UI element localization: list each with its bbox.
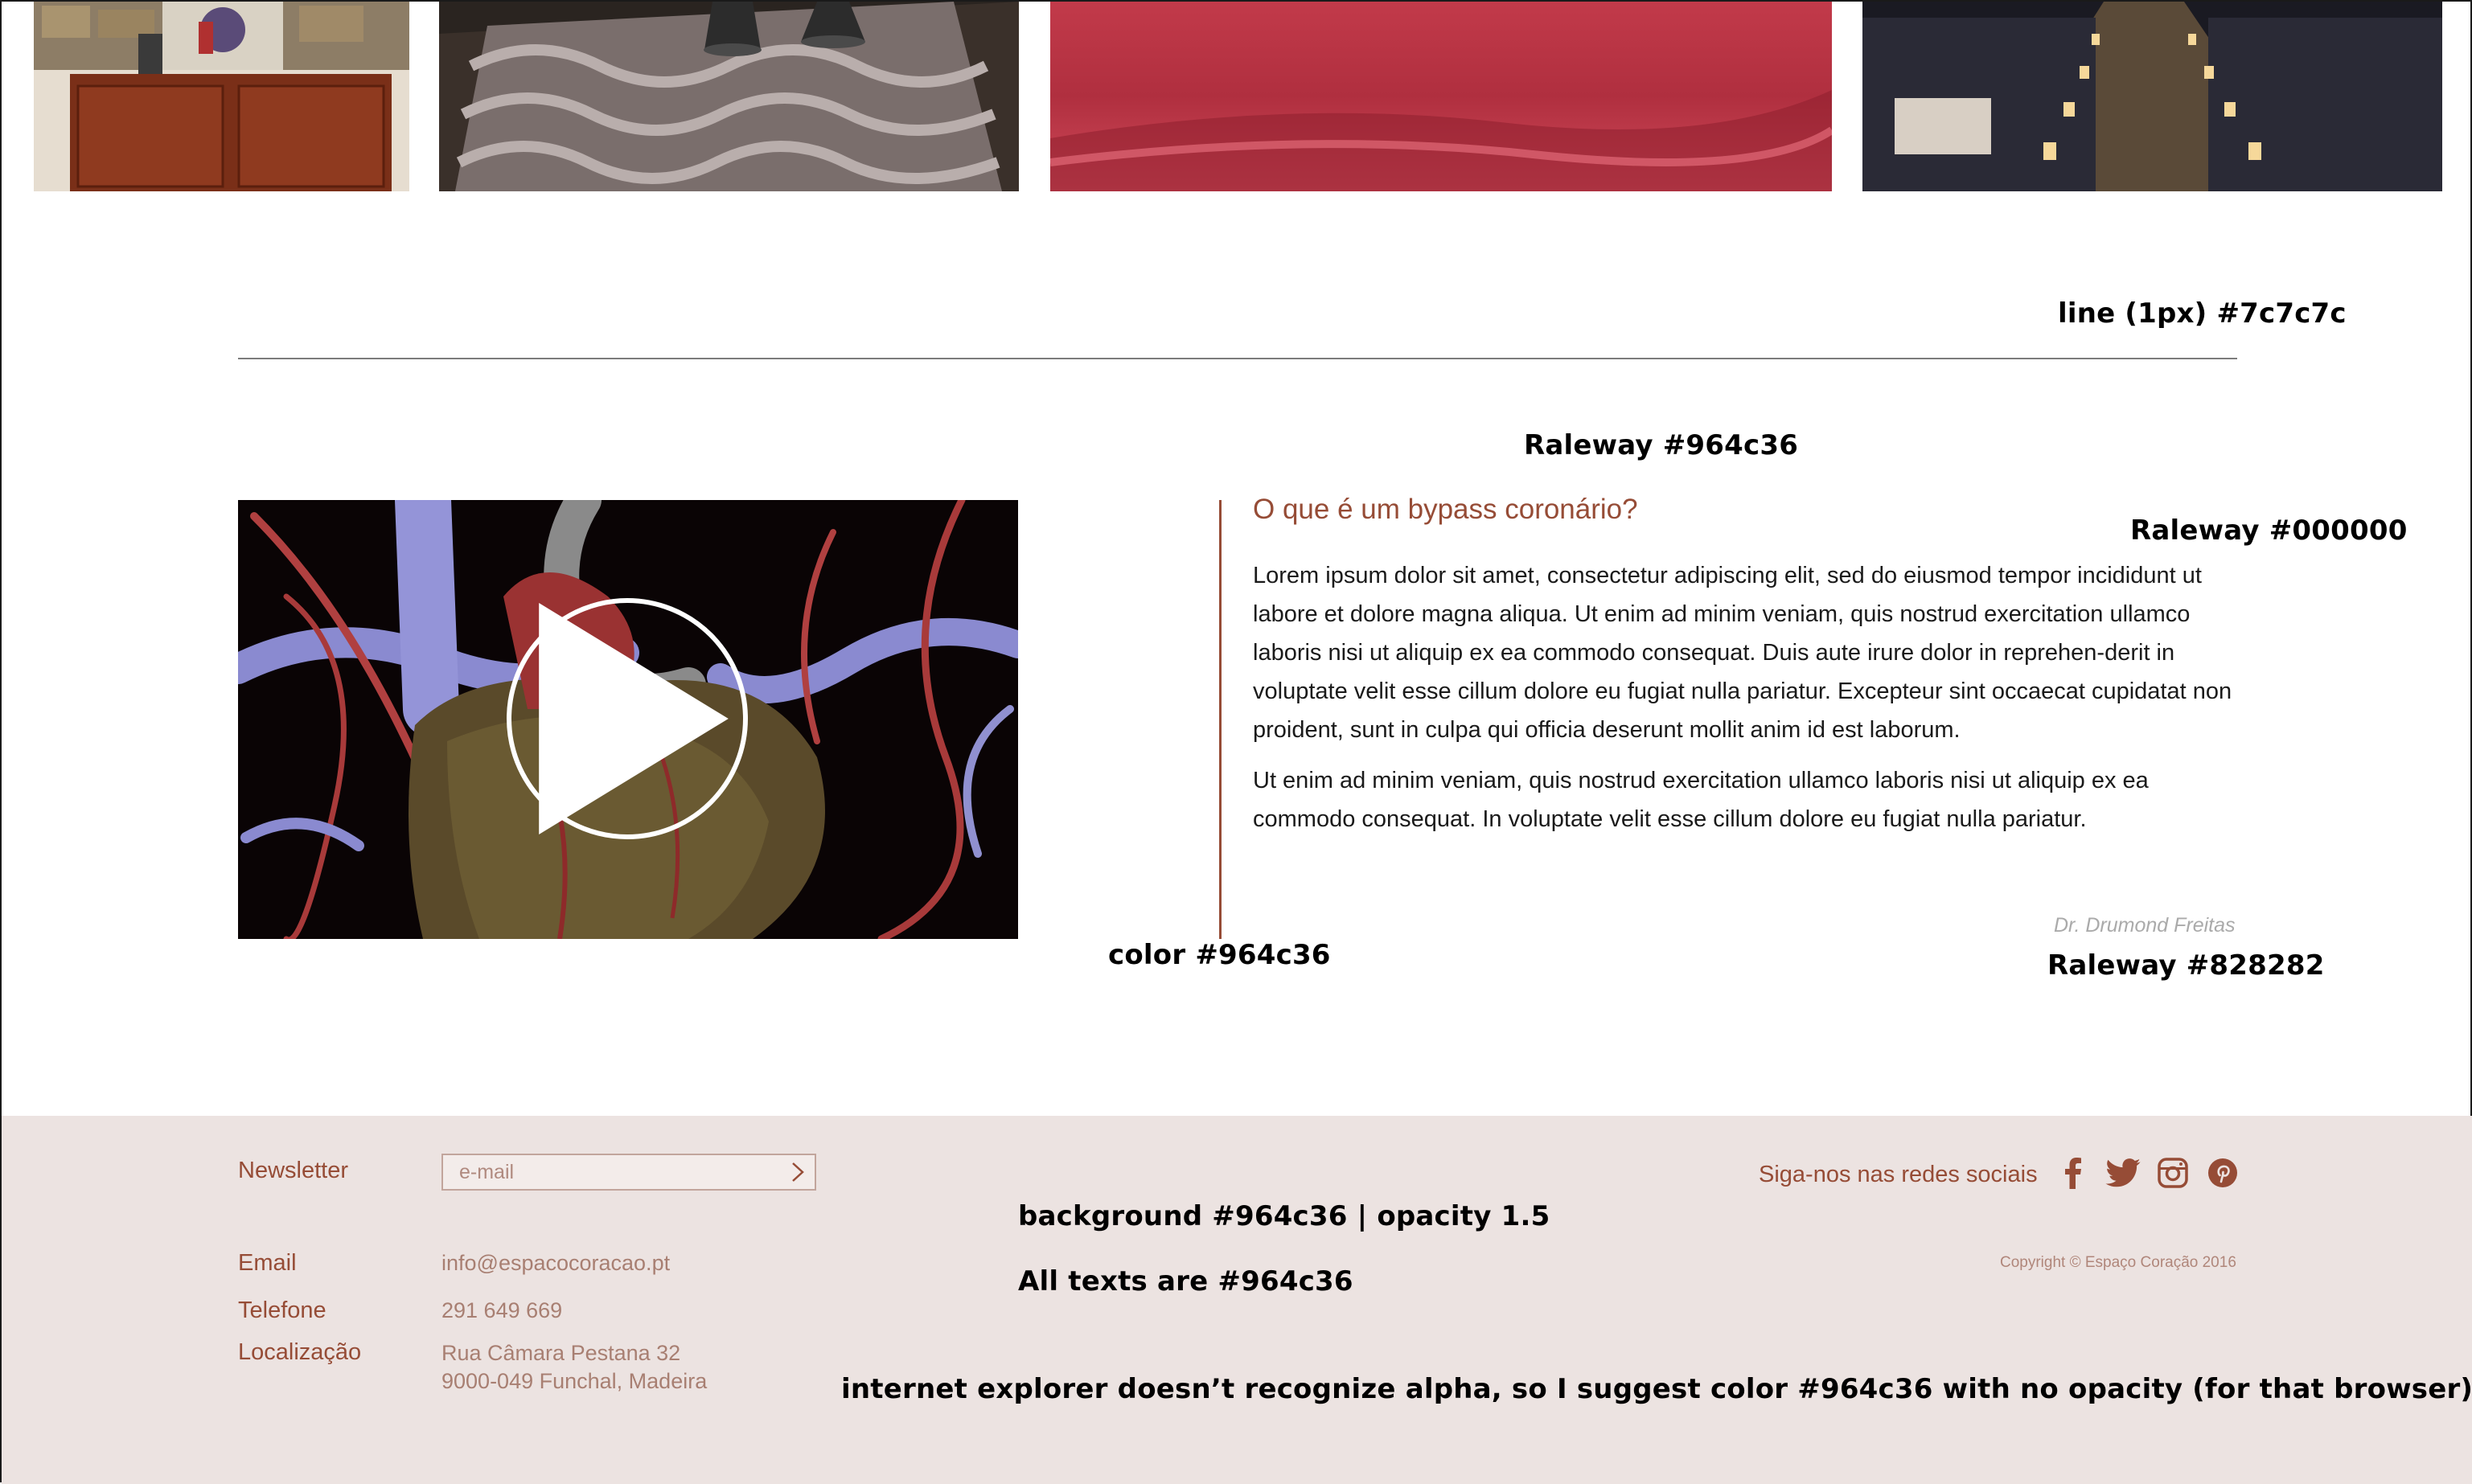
location-label: Localização bbox=[238, 1339, 362, 1365]
play-button[interactable] bbox=[507, 598, 748, 839]
gallery-image-fabric[interactable] bbox=[1050, 2, 1832, 191]
address-line-2: 9000-049 Funchal, Madeira bbox=[441, 1369, 708, 1393]
article-accent-bar bbox=[1219, 500, 1222, 939]
instagram-link[interactable] bbox=[2154, 1154, 2192, 1192]
phone-value: 291 649 669 bbox=[441, 1298, 563, 1322]
chevron-right-icon bbox=[792, 1162, 804, 1182]
annotation-footer-text: All texts are #964c36 bbox=[1018, 1265, 1353, 1297]
address-line-1: Rua Câmara Pestana 32 bbox=[441, 1341, 681, 1365]
newsletter-submit-button[interactable] bbox=[782, 1158, 814, 1187]
footer bbox=[2, 1116, 2472, 1484]
article-title: O que é um bypass coronário? bbox=[1253, 494, 1638, 525]
video-player[interactable] bbox=[238, 500, 1018, 939]
article-author: Dr. Drumond Freitas bbox=[2054, 914, 2236, 937]
newsletter-email-input[interactable] bbox=[441, 1154, 816, 1191]
facebook-link[interactable] bbox=[2054, 1154, 2092, 1192]
annotation-body-font: Raleway #000000 bbox=[2130, 514, 2408, 547]
annotation-ie: internet explorer doesn’t recognize alph… bbox=[841, 1373, 2472, 1405]
section-divider bbox=[238, 358, 2237, 359]
newsletter-label: Newsletter bbox=[238, 1158, 348, 1183]
annotation-line: line (1px) #7c7c7c bbox=[2058, 297, 2347, 330]
annotation-title-font: Raleway #964c36 bbox=[1524, 429, 1799, 461]
pinterest-link[interactable] bbox=[2203, 1154, 2242, 1192]
twitter-link[interactable] bbox=[2104, 1154, 2142, 1192]
twitter-icon bbox=[2105, 1158, 2141, 1187]
gallery-image-aisle[interactable] bbox=[1862, 2, 2442, 191]
phone-label: Telefone bbox=[238, 1297, 326, 1323]
pinterest-icon bbox=[2208, 1158, 2237, 1187]
article-paragraph-2: Ut enim ad minim veniam, quis nostrud ex… bbox=[1253, 768, 2149, 832]
instagram-icon bbox=[2158, 1158, 2188, 1188]
annotation-footer-bg: background #964c36 | opacity 1.5 bbox=[1018, 1200, 1550, 1232]
facebook-icon bbox=[2065, 1158, 2081, 1189]
email-label: Email bbox=[238, 1250, 297, 1276]
article-paragraph-1: Lorem ipsum dolor sit amet, consectetur … bbox=[1253, 563, 2232, 743]
copyright-text: Copyright © Espaço Coração 2016 bbox=[2000, 1254, 2236, 1271]
gallery-image-rug[interactable] bbox=[439, 2, 1019, 191]
annotation-author-font: Raleway #828282 bbox=[2047, 949, 2325, 982]
social-label: Siga-nos nas redes sociais bbox=[1759, 1162, 2038, 1187]
gallery-image-living-room[interactable] bbox=[34, 2, 409, 191]
annotation-bar-color: color #964c36 bbox=[1108, 939, 1331, 971]
play-icon bbox=[539, 603, 729, 834]
email-link[interactable]: info@espacocoracao.pt bbox=[441, 1251, 670, 1276]
